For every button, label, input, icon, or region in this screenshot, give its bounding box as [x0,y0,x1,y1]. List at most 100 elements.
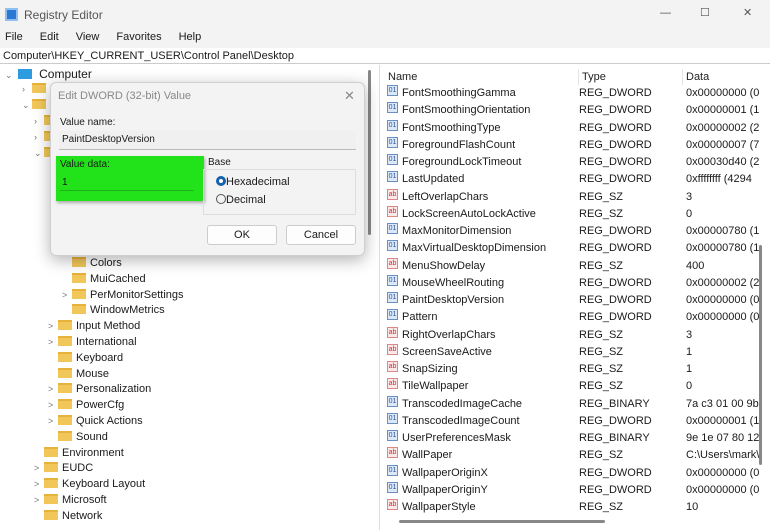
chevron-right-icon[interactable]: > [34,477,44,492]
value-row[interactable]: ab SnapSizing REG_SZ 1 [382,361,770,378]
menu-view[interactable]: View [76,31,100,43]
tree-scrollbar[interactable] [368,70,371,235]
minimize-button[interactable]: — [660,7,671,19]
value-data: 0x00000002 (2 [686,121,760,134]
value-row[interactable]: 01 PaintDesktopVersion REG_DWORD 0x00000000… [382,292,770,309]
cancel-button[interactable]: Cancel [286,225,356,245]
value-row[interactable]: ab ScreenSaveActive REG_SZ 1 [382,343,770,361]
tree-item[interactable]: > EUDC [34,461,93,476]
tree-item[interactable]: Sound [48,430,108,445]
tree-item[interactable]: > PerMonitorSettings [62,288,184,303]
value-name: TranscodedImageCount [402,414,520,427]
menu-edit[interactable]: Edit [40,31,59,43]
chevron-right-icon[interactable]: > [48,414,58,429]
value-row[interactable]: 01 LastUpdated REG_DWORD 0xffffffff (4294 [382,171,770,188]
value-row[interactable]: ab WallpaperStyle REG_SZ 10 [382,499,770,516]
value-row[interactable]: ab MenuShowDelay REG_SZ 400 [382,257,770,275]
chevron-down-icon[interactable]: ⌄ [5,68,15,83]
chevron-right-icon[interactable]: > [48,398,58,413]
maximize-button[interactable]: ☐ [700,6,710,19]
value-row[interactable]: 01 MaxVirtualDesktopDimension REG_DWORD 0x0… [382,240,770,257]
value-name-field[interactable]: PaintDesktopVersion [59,131,356,150]
tree-item[interactable]: Network [34,509,102,524]
column-header-data[interactable]: Data [682,69,709,85]
value-row[interactable]: 01 MouseWheelRouting REG_DWORD 0x00000002 (… [382,274,770,292]
value-row[interactable]: 01 Pattern REG_DWORD 0x00000000 (0 [382,309,770,326]
value-row[interactable]: 01 TranscodedImageCount REG_DWORD 0x0000000… [382,412,770,430]
value-name: WallpaperOriginX [402,466,488,479]
value-type: REG_SZ [579,328,624,341]
value-row[interactable]: 01 TranscodedImageCache REG_BINARY 7a c3 01… [382,395,770,413]
value-row[interactable]: 01 UserPreferencesMask REG_BINARY 9e 1e 07 … [382,430,770,447]
chevron-right-icon[interactable]: > [48,335,58,350]
value-row[interactable]: 01 FontSmoothingGamma REG_DWORD 0x00000000 … [382,85,770,102]
value-name: MouseWheelRouting [402,276,505,289]
value-row[interactable]: ab LockScreenAutoLockActive REG_SZ 0 [382,205,770,223]
column-header-type[interactable]: Type [578,69,606,85]
tree-item[interactable]: > Microsoft [34,493,107,508]
chevron-right-icon[interactable]: > [34,493,44,508]
value-row[interactable]: 01 WallpaperOriginX REG_DWORD 0x00000000 (0 [382,464,770,482]
column-header-name[interactable]: Name [388,69,417,85]
dialog-close-icon[interactable]: ✕ [344,88,355,104]
decimal-radio[interactable]: Decimal [216,194,266,206]
tree-item[interactable]: > Keyboard Layout [34,477,145,492]
value-type: REG_DWORD [579,276,652,289]
chevron-right-icon[interactable]: > [34,461,44,476]
menu-help[interactable]: Help [179,31,202,43]
horizontal-scrollbar[interactable] [399,520,605,523]
tree-item[interactable]: Mouse [48,367,109,382]
value-name: WallpaperStyle [402,501,476,513]
close-button[interactable]: ✕ [743,6,752,19]
folder-icon [58,351,72,362]
chevron-right-icon[interactable]: > [48,382,58,397]
value-row[interactable]: 01 MaxMonitorDimension REG_DWORD 0x00000780… [382,223,770,240]
value-row[interactable]: 01 WallpaperOriginY REG_DWORD 0x00000000 (0 [382,481,770,499]
value-row[interactable]: 01 ForegroundFlashCount REG_DWORD 0x0000000… [382,136,770,154]
value-type: REG_DWORD [579,414,652,427]
tree-label: Keyboard Layout [62,478,146,491]
tree-item[interactable]: > Input Method [48,319,140,334]
tree-label: PowerCfg [76,399,125,412]
address-bar[interactable]: Computer\HKEY_CURRENT_USER\Control Panel… [0,48,770,64]
tree-item[interactable]: Environment [34,446,124,461]
tree-item[interactable]: Colors [62,256,122,271]
value-name: MaxVirtualDesktopDimension [402,242,547,255]
value-type: REG_SZ [579,345,624,358]
tree-item[interactable]: MuiCached [62,272,146,287]
value-data: 1 [686,345,693,358]
tree-item[interactable]: WindowMetrics [62,303,165,318]
tree-label: Mouse [76,367,110,380]
value-data-input[interactable]: 1 [60,175,194,191]
value-data: 0x00000000 (0 [686,311,760,324]
tree-item[interactable]: > Quick Actions [48,414,143,429]
tree-label: PerMonitorSettings [90,288,184,301]
menu-file[interactable]: File [5,31,23,43]
hexadecimal-radio[interactable]: Hexadecimal [216,176,290,188]
vertical-scrollbar[interactable] [759,245,762,465]
folder-icon [72,257,86,267]
tree-item[interactable]: > International [48,335,137,350]
tree-item-computer[interactable]: ⌄ Computer [5,67,92,82]
tree-item[interactable]: Keyboard [48,351,123,366]
ok-button[interactable]: OK [207,225,277,245]
folder-icon [44,478,58,489]
chevron-right-icon[interactable]: > [62,288,72,303]
tree-item[interactable]: > Personalization [48,382,151,397]
value-row[interactable]: 01 ForegroundLockTimeout REG_DWORD 0x00030d… [382,154,770,171]
value-type: REG_DWORD [579,173,652,186]
value-data: 0x00000007 (7 [686,138,760,151]
chevron-right-icon[interactable]: > [48,319,58,334]
value-data: 10 [686,501,699,513]
value-type: REG_DWORD [579,483,652,496]
value-row[interactable]: 01 FontSmoothingOrientation REG_DWORD 0x000… [382,102,770,119]
value-row[interactable]: ab WallPaper REG_SZ C:\Users\mark\ [382,447,770,464]
folder-icon [72,288,86,299]
value-row[interactable]: ab RightOverlapChars REG_SZ 3 [382,326,770,344]
tree-item[interactable]: > PowerCfg [48,398,124,413]
value-row[interactable]: ab TileWallpaper REG_SZ 0 [382,378,770,395]
value-row[interactable]: ab LeftOverlapChars REG_SZ 3 [382,188,770,206]
computer-icon [18,69,33,79]
value-row[interactable]: 01 FontSmoothingType REG_DWORD 0x00000002 (… [382,119,770,137]
menu-favorites[interactable]: Favorites [116,31,161,43]
